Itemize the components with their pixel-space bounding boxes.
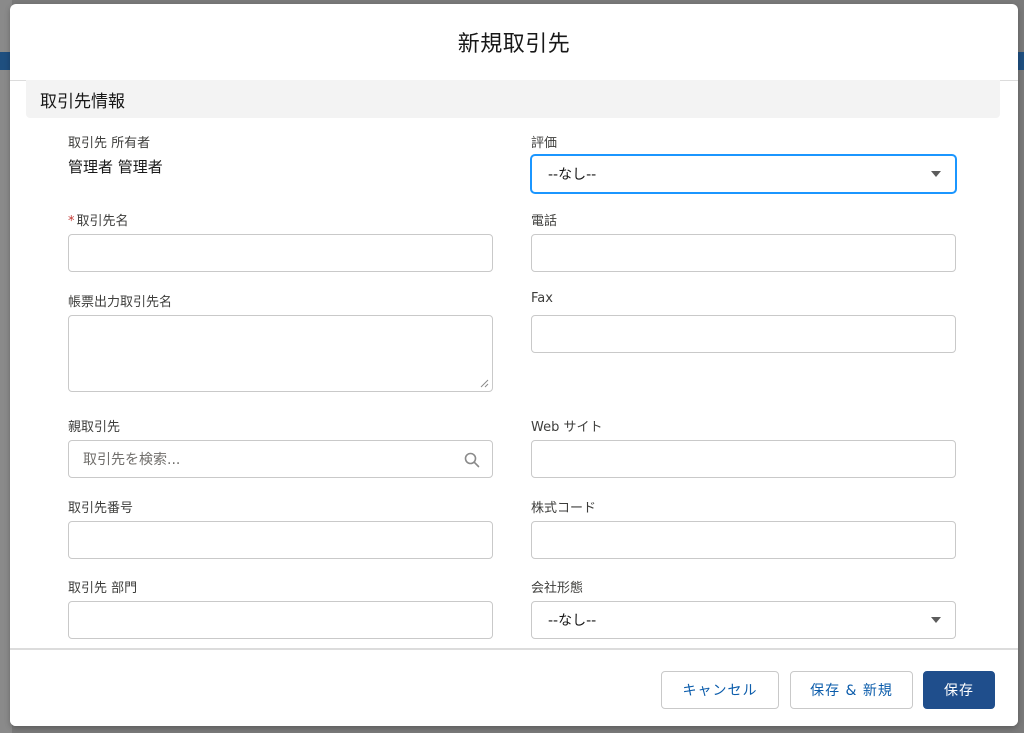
parent-account-search-input[interactable]: 取引先を検索... (68, 440, 493, 478)
fax-input[interactable] (531, 315, 956, 353)
ticker-label: 株式コード (531, 501, 597, 516)
save-and-new-button[interactable]: 保存 & 新規 (790, 671, 913, 709)
owner-value: 管理者 管理者 (68, 158, 163, 176)
rating-selected-value: --なし-- (548, 167, 597, 183)
section-header-account-info[interactable]: 取引先情報 (26, 80, 1000, 118)
modal-footer: キャンセル 保存 & 新規 保存 (10, 648, 1018, 726)
new-account-modal: 新規取引先 取引先情報 取引先 所有者 管理者 管理者 評価 --なし-- * 取… (10, 4, 1018, 726)
account-number-label: 取引先番号 (68, 501, 134, 516)
phone-input[interactable] (531, 234, 956, 272)
resize-handle-icon[interactable] (480, 379, 489, 388)
required-indicator: * (68, 214, 75, 229)
division-label: 取引先 部門 (68, 581, 138, 596)
ownership-selected-value: --なし-- (548, 613, 597, 629)
owner-label: 取引先 所有者 (68, 136, 151, 151)
phone-label: 電話 (531, 214, 558, 229)
parent-account-label: 親取引先 (68, 420, 121, 435)
section-title: 取引先情報 (40, 91, 125, 112)
ownership-label: 会社形態 (531, 581, 584, 596)
invoice-name-label: 帳票出力取引先名 (68, 295, 173, 310)
rating-select[interactable]: --なし-- (531, 155, 956, 193)
website-label: Web サイト (531, 420, 603, 435)
modal-header: 新規取引先 (10, 4, 1018, 81)
account-number-input[interactable] (68, 521, 493, 559)
cancel-button[interactable]: キャンセル (661, 671, 779, 709)
modal-title: 新規取引先 (457, 32, 571, 57)
search-icon (464, 452, 480, 468)
chevron-down-icon (931, 617, 941, 623)
chevron-down-icon (931, 171, 941, 177)
ticker-input[interactable] (531, 521, 956, 559)
account-name-label: * 取引先名 (68, 214, 129, 229)
account-name-input[interactable] (68, 234, 493, 272)
rating-label: 評価 (531, 136, 558, 151)
fax-label: Fax (531, 291, 553, 306)
parent-account-placeholder: 取引先を検索... (83, 452, 181, 468)
website-input[interactable] (531, 440, 956, 478)
save-button[interactable]: 保存 (923, 671, 995, 709)
division-input[interactable] (68, 601, 493, 639)
ownership-select[interactable]: --なし-- (531, 601, 956, 639)
invoice-name-textarea[interactable] (68, 315, 493, 392)
